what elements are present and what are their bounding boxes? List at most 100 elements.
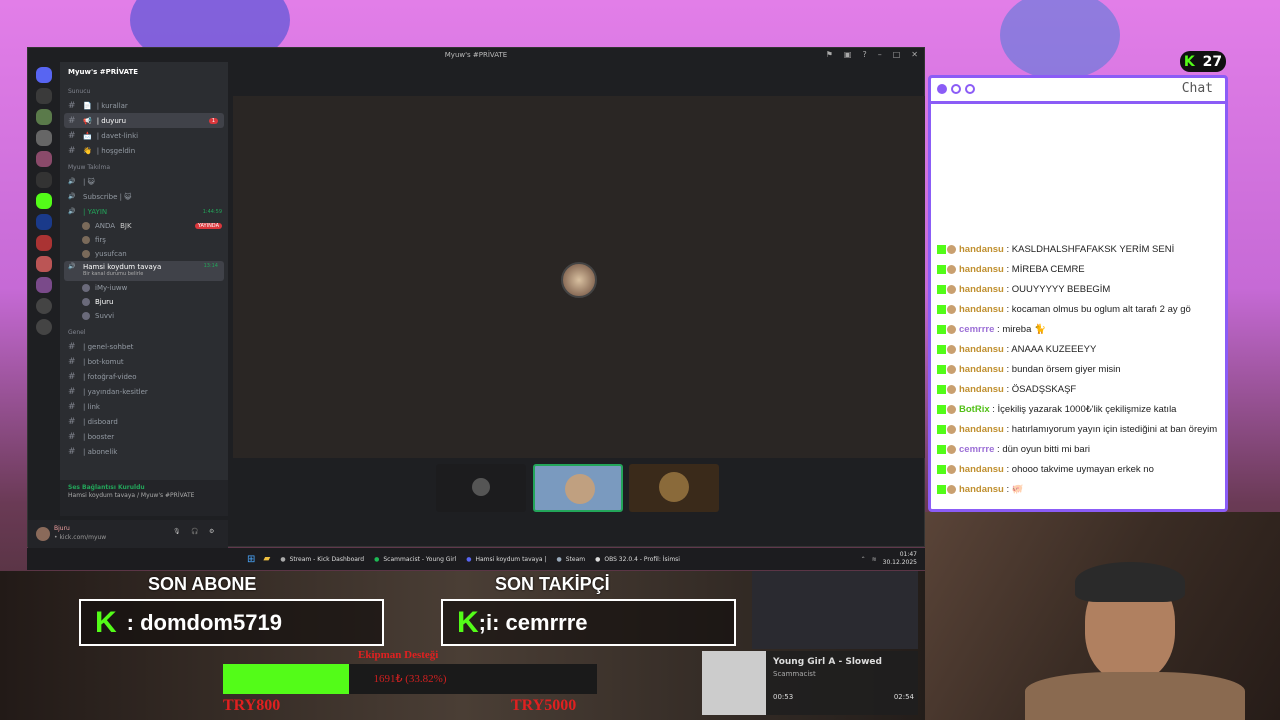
- chat-separator: :: [1003, 304, 1012, 315]
- flag-icon[interactable]: ⚑: [826, 50, 833, 59]
- channel-item[interactable]: # 👋 | hoşgeldin: [60, 143, 228, 158]
- voice-user[interactable]: Bjuru: [60, 295, 228, 309]
- category-takilma[interactable]: Myuw Takılma: [60, 161, 228, 174]
- discord-home-icon[interactable]: [36, 67, 52, 83]
- voice-stage: [233, 96, 925, 458]
- channel-item[interactable]: 🔊 Subscribe | 😺: [60, 189, 228, 204]
- avatar: [82, 236, 90, 244]
- server-icon[interactable]: [36, 151, 52, 167]
- taskbar-app[interactable]: ● Steam: [556, 556, 585, 563]
- server-icon[interactable]: [36, 277, 52, 293]
- channel-label: | 😺: [83, 177, 95, 186]
- goal-amount: 1691₺ (33.82%): [373, 673, 447, 685]
- channel-item[interactable]: # 📢 | duyuru 1: [64, 113, 224, 128]
- taskbar-app[interactable]: ● Hamsi koydum tavaya |: [466, 556, 546, 563]
- channel-item[interactable]: # | yayından-kesitler: [60, 384, 228, 399]
- server-icon[interactable]: [36, 130, 52, 146]
- channel-item[interactable]: # | abonelik: [60, 444, 228, 459]
- channel-label: | genel-sohbet: [83, 342, 134, 351]
- voice-user[interactable]: iMy-iuww: [60, 281, 228, 295]
- taskbar-app-label: OBS 32.0.4 - Profil: İsimsi: [604, 555, 680, 563]
- donation-goal-bar: 1691₺ (33.82%): [223, 664, 597, 694]
- channel-label: | yayından-kesitler: [83, 387, 148, 396]
- help-icon[interactable]: ?: [862, 50, 866, 59]
- channel-item[interactable]: # | disboard: [60, 414, 228, 429]
- headphones-icon[interactable]: 🎧: [191, 528, 198, 535]
- channel-item[interactable]: # | link: [60, 399, 228, 414]
- category-genel[interactable]: Genel: [60, 326, 228, 339]
- participant-tile-active[interactable]: [533, 464, 623, 512]
- chat-message: cemrrre : dün oyun bitti mi bari: [937, 443, 1219, 457]
- channel-label: | booster: [83, 432, 115, 441]
- windows-start-icon[interactable]: ⊞: [247, 554, 255, 565]
- avatar: [947, 424, 956, 434]
- last-follower-header: SON TAKİPÇİ: [495, 574, 610, 594]
- server-header[interactable]: Myuw's #PRİVATE: [60, 62, 228, 82]
- channel-item[interactable]: # 📩 | davet-linki: [60, 128, 228, 143]
- server-icon[interactable]: [36, 109, 52, 125]
- hashtag-icon: #: [68, 356, 76, 367]
- category-label: Myuw Takılma: [68, 164, 111, 171]
- chat-text: ANAAA KUZEEEYY: [1011, 344, 1097, 355]
- channel-label: | YAYIN: [83, 207, 108, 216]
- chat-message: cemrrre : mireba 🐈: [937, 323, 1219, 337]
- voice-user[interactable]: firş: [60, 233, 228, 247]
- chat-username: handansu: [959, 304, 1004, 315]
- channel-hamsi[interactable]: 🔊 Hamsi koydum tavaya Bir kanal durumu bel…: [64, 261, 224, 281]
- server-icon[interactable]: [36, 214, 52, 230]
- kick-server-icon[interactable]: [36, 193, 52, 209]
- channel-item[interactable]: 🔊 | 😺: [60, 174, 228, 189]
- channel-item[interactable]: # | booster: [60, 429, 228, 444]
- webcam-feed: [925, 512, 1280, 720]
- chat-message: handansu : hatırlamıyorum yayın için ist…: [937, 423, 1219, 437]
- channel-item[interactable]: # | genel-sohbet: [60, 339, 228, 354]
- chat-text: bundan örsem giyer misin: [1011, 364, 1121, 375]
- wifi-icon[interactable]: ≋: [872, 556, 877, 563]
- track-elapsed: 00:53: [773, 693, 794, 701]
- channel-item[interactable]: # | bot-komut: [60, 354, 228, 369]
- close-icon[interactable]: ✕: [911, 50, 918, 59]
- inbox-icon[interactable]: ▣: [844, 50, 852, 59]
- channel-item[interactable]: # 📄 | kurallar: [60, 98, 228, 113]
- participant-tile[interactable]: [629, 464, 719, 512]
- server-icon[interactable]: [36, 172, 52, 188]
- chat-username: handansu: [959, 284, 1004, 295]
- channel-label: | disboard: [83, 417, 118, 426]
- participant-tile[interactable]: [436, 464, 526, 512]
- clock-date: 30.12.2025: [882, 559, 917, 566]
- server-icon[interactable]: [36, 235, 52, 251]
- hashtag-icon: #: [68, 130, 76, 141]
- chat-separator: :: [1003, 484, 1012, 495]
- channel-emoji: 👋: [83, 146, 92, 155]
- window-dot-icon: [965, 84, 975, 94]
- speaker-avatar[interactable]: [561, 262, 597, 298]
- voice-user[interactable]: yusufcan: [60, 247, 228, 261]
- server-icon[interactable]: [36, 256, 52, 272]
- kick-badge-icon: [937, 404, 946, 414]
- last-sub-name: : domdom5719: [126, 609, 282, 635]
- avatar[interactable]: [36, 527, 50, 541]
- category-sunucu[interactable]: Sunucu: [60, 85, 228, 98]
- obs-icon: ●: [595, 555, 601, 563]
- hashtag-icon: #: [68, 431, 76, 442]
- file-explorer-icon[interactable]: ▰: [263, 554, 270, 564]
- add-server-icon[interactable]: [36, 298, 52, 314]
- clock-time: 01:47: [899, 551, 917, 558]
- minimize-icon[interactable]: –: [878, 50, 882, 59]
- voice-user[interactable]: ANDA BJK YAYINDA: [60, 219, 228, 233]
- taskbar-app[interactable]: ● Scammacist - Young Girl: [374, 556, 456, 563]
- settings-icon[interactable]: ⚙: [209, 528, 214, 535]
- last-sub-box: K : domdom5719: [79, 599, 384, 646]
- voice-user[interactable]: Suvvi: [60, 309, 228, 323]
- microphone-icon[interactable]: 🎙: [173, 528, 181, 535]
- chat-username: handansu: [959, 264, 1004, 275]
- maximize-icon[interactable]: □: [893, 50, 901, 59]
- discover-icon[interactable]: [36, 319, 52, 335]
- taskbar-app[interactable]: ● Stream - Kick Dashboard: [280, 556, 364, 563]
- channel-item[interactable]: # | fotoğraf-video: [60, 369, 228, 384]
- server-icon[interactable]: [36, 88, 52, 104]
- titlebar: Myuw's #PRİVATE ⚑ ▣ ? – □ ✕: [28, 48, 924, 62]
- channel-item[interactable]: 🔊 | YAYIN 1:44:59: [60, 204, 228, 219]
- tray-chevron-icon[interactable]: ⌃: [861, 556, 866, 563]
- taskbar-app[interactable]: ● OBS 32.0.4 - Profil: İsimsi: [595, 556, 680, 563]
